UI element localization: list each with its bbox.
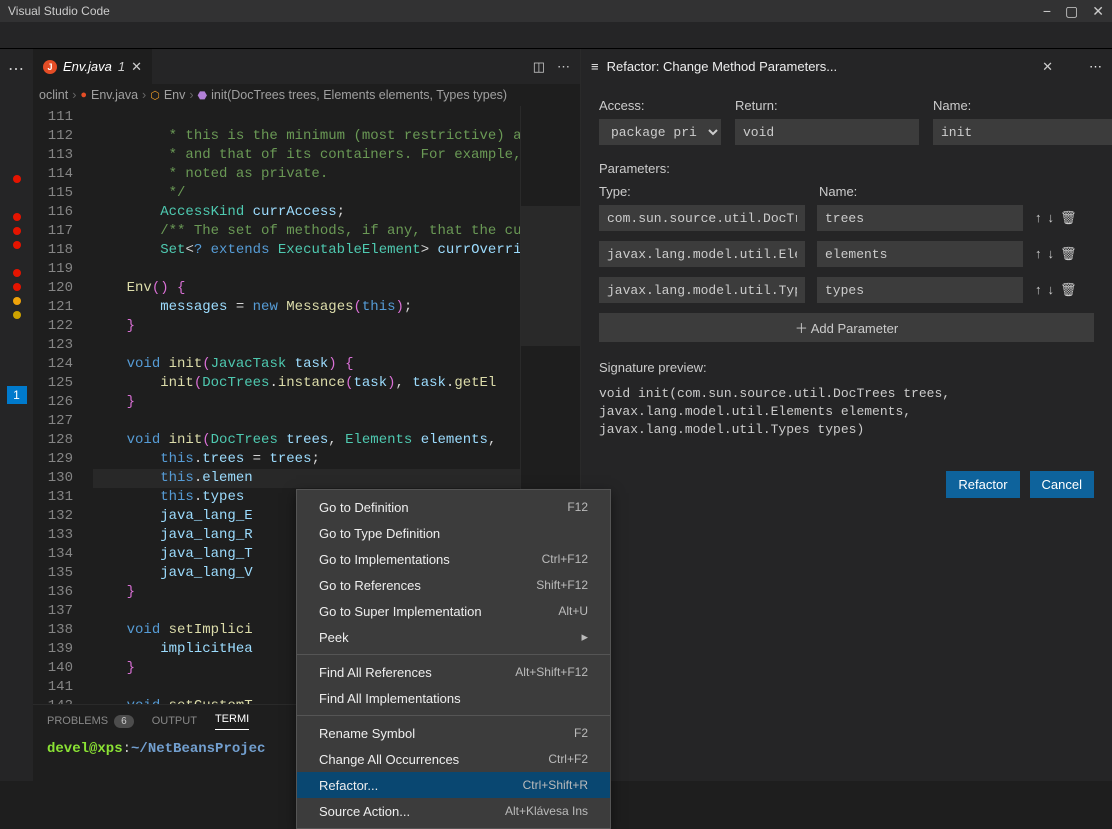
menu-item-rename-symbol[interactable]: Rename SymbolF2 [297, 720, 610, 746]
param-row: ↑ ↓ 🗑 [599, 277, 1094, 303]
tab-close-icon[interactable]: ✕ [131, 59, 142, 75]
panel-close-icon[interactable]: ✕ [1042, 59, 1053, 75]
java-file-icon: J [43, 60, 57, 74]
param-name-input[interactable] [817, 205, 1023, 231]
menu-item-find-all-implementations[interactable]: Find All Implementations [297, 685, 610, 711]
menu-item-refactor[interactable]: Refactor...Ctrl+Shift+R [297, 772, 610, 798]
window-titlebar: Visual Studio Code − ▢ ✕ [0, 0, 1112, 22]
line-indicator: 1 [7, 386, 27, 404]
submenu-arrow-icon: ▸ [581, 629, 588, 645]
breadcrumb-item[interactable]: Env.java [91, 88, 138, 102]
param-name-input[interactable] [817, 241, 1023, 267]
tab-modified: 1 [118, 59, 125, 74]
tab-filename: Env.java [63, 59, 112, 74]
tab-terminal[interactable]: TERMI [215, 713, 249, 730]
main-area: ⋯ 1 J Env.java 1 ✕ ◫ ⋯ [0, 49, 1112, 781]
menu-item-go-to-references[interactable]: Go to ReferencesShift+F12 [297, 572, 610, 598]
name-input[interactable] [933, 119, 1112, 145]
access-label: Access: [599, 98, 721, 113]
return-label: Return: [735, 98, 919, 113]
move-down-icon[interactable]: ↓ [1048, 246, 1055, 262]
menubar [0, 22, 1112, 49]
tab-problems[interactable]: PROBLEMS 6 [47, 715, 134, 728]
marker-dot [13, 283, 21, 291]
move-up-icon[interactable]: ↑ [1035, 210, 1042, 226]
editor-tab-env[interactable]: J Env.java 1 ✕ [33, 49, 153, 84]
problems-count-badge: 6 [114, 715, 134, 728]
close-icon[interactable]: ✕ [1092, 3, 1104, 20]
marker-dot [13, 269, 21, 277]
param-type-input[interactable] [599, 241, 805, 267]
editor-group: J Env.java 1 ✕ ◫ ⋯ oclint › ● Env.java ›… [33, 49, 580, 781]
window-title: Visual Studio Code [8, 4, 110, 18]
refactor-panel-title: Refactor: Change Method Parameters... [607, 59, 1035, 74]
menu-item-source-action[interactable]: Source Action...Alt+Klávesa Ins [297, 798, 610, 824]
param-type-input[interactable] [599, 205, 805, 231]
maximize-icon[interactable]: ▢ [1065, 3, 1078, 20]
terminal-prompt-user: devel@xps [47, 741, 123, 757]
add-parameter-button[interactable]: ＋ Add Parameter [599, 313, 1094, 342]
breadcrumb[interactable]: oclint › ● Env.java › ⬡ Env › ⬣ init(Doc… [33, 84, 580, 106]
access-select[interactable]: package priva [599, 119, 721, 145]
param-type-header: Type: [599, 184, 805, 199]
param-row: ↑ ↓ 🗑 [599, 205, 1094, 231]
menu-item-go-to-super[interactable]: Go to Super ImplementationAlt+U [297, 598, 610, 624]
menu-item-go-to-implementations[interactable]: Go to ImplementationsCtrl+F12 [297, 546, 610, 572]
refactor-panel: ≡ Refactor: Change Method Parameters... … [580, 49, 1112, 781]
menu-separator [297, 715, 610, 716]
param-row: ↑ ↓ 🗑 [599, 241, 1094, 267]
delete-icon[interactable]: 🗑 [1060, 210, 1077, 226]
marker-dot [13, 227, 21, 235]
marker-dot [13, 213, 21, 221]
menu-item-change-all-occurrences[interactable]: Change All OccurrencesCtrl+F2 [297, 746, 610, 772]
context-menu: Go to DefinitionF12 Go to Type Definitio… [296, 489, 611, 829]
terminal-prompt-path: ~/NetBeansProjec [131, 741, 265, 757]
tab-output[interactable]: OUTPUT [152, 715, 197, 727]
menu-item-go-to-definition[interactable]: Go to DefinitionF12 [297, 494, 610, 520]
refactor-panel-titlebar: ≡ Refactor: Change Method Parameters... … [581, 49, 1112, 84]
panel-icon: ≡ [591, 59, 599, 74]
breadcrumb-item[interactable]: Env [164, 88, 186, 102]
delete-icon[interactable]: 🗑 [1060, 282, 1077, 298]
move-down-icon[interactable]: ↓ [1048, 210, 1055, 226]
breadcrumb-item[interactable]: init(DocTrees trees, Elements elements, … [211, 88, 507, 102]
refactor-button[interactable]: Refactor [946, 471, 1019, 498]
cancel-button[interactable]: Cancel [1030, 471, 1094, 498]
param-name-header: Name: [819, 184, 1094, 199]
delete-icon[interactable]: 🗑 [1060, 246, 1077, 262]
menu-item-go-to-type-definition[interactable]: Go to Type Definition [297, 520, 610, 546]
signature-preview-label: Signature preview: [599, 360, 1094, 375]
breadcrumb-item[interactable]: oclint [39, 88, 68, 102]
marker-dot [13, 311, 21, 319]
move-up-icon[interactable]: ↑ [1035, 246, 1042, 262]
menu-separator [297, 654, 610, 655]
signature-preview: void init(com.sun.source.util.DocTrees t… [599, 385, 1094, 439]
line-number-gutter: 1111121131141151161171181191201211221231… [33, 106, 93, 704]
more-icon[interactable]: ⋯ [0, 49, 33, 89]
move-up-icon[interactable]: ↑ [1035, 282, 1042, 298]
editor-tabbar: J Env.java 1 ✕ ◫ ⋯ [33, 49, 580, 84]
marker-dot [13, 175, 21, 183]
param-name-input[interactable] [817, 277, 1023, 303]
activity-gutter: ⋯ 1 [0, 49, 33, 781]
menu-item-peek[interactable]: Peek▸ [297, 624, 610, 650]
return-input[interactable] [735, 119, 919, 145]
minimize-icon[interactable]: − [1043, 3, 1051, 20]
split-editor-icon[interactable]: ◫ [533, 59, 545, 75]
panel-more-icon[interactable]: ⋯ [1089, 59, 1102, 75]
menu-item-find-all-references[interactable]: Find All ReferencesAlt+Shift+F12 [297, 659, 610, 685]
name-label: Name: [933, 98, 1112, 113]
param-type-input[interactable] [599, 277, 805, 303]
marker-dot [13, 297, 21, 305]
tab-more-icon[interactable]: ⋯ [557, 59, 570, 75]
plus-icon: ＋ [795, 321, 808, 336]
marker-dot [13, 241, 21, 249]
move-down-icon[interactable]: ↓ [1048, 282, 1055, 298]
parameters-label: Parameters: [599, 161, 1094, 176]
